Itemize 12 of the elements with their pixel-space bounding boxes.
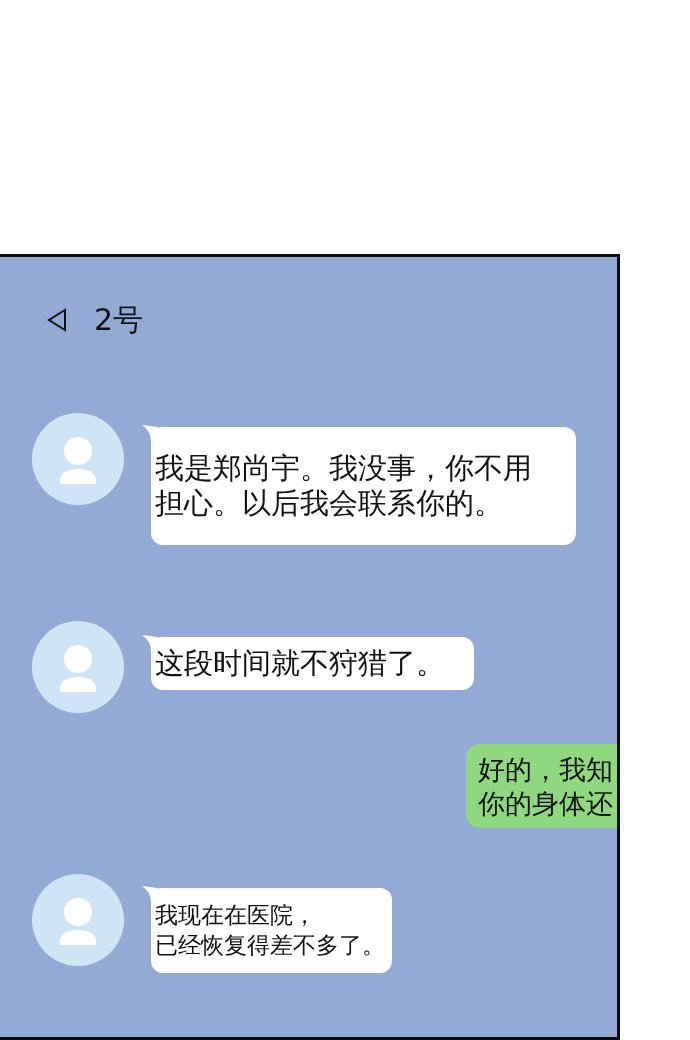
message-text: 我现在在医院， 已经恢复得差不多了。 — [155, 901, 385, 960]
message-text: 我是郑尚宇。我没事，你不用 担心。以后我会联系你的。 — [155, 451, 532, 521]
avatar-icon — [32, 874, 124, 966]
avatar-icon — [32, 413, 124, 505]
bubble-tail-icon — [142, 635, 162, 651]
bubble-tail-icon — [142, 425, 162, 441]
chat-title: 2号 — [94, 301, 144, 339]
back-icon[interactable] — [47, 308, 67, 332]
message-text: 好的，我知 你的身体还 — [478, 753, 613, 821]
avatar-icon — [32, 621, 124, 713]
message-text: 这段时间就不狩猎了。 — [155, 646, 445, 681]
bubble-tail-icon — [142, 886, 162, 902]
